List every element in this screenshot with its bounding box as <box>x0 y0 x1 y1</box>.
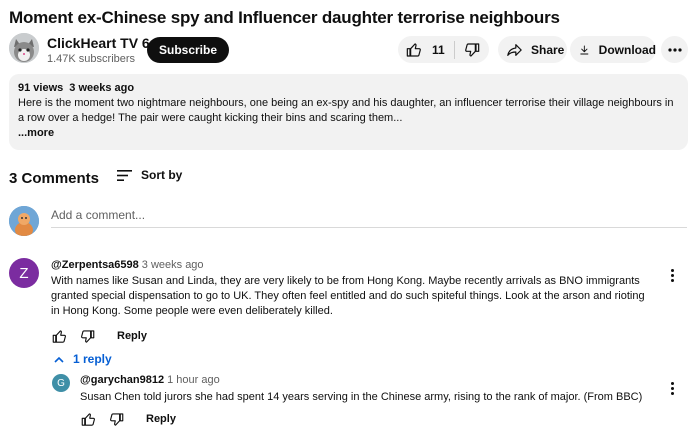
view-count: 91 views <box>18 82 64 94</box>
description-text: Here is the moment two nightmare neighbo… <box>18 97 674 124</box>
share-icon <box>507 43 522 56</box>
add-comment-input[interactable]: Add a comment... <box>51 208 687 228</box>
subscribe-button[interactable]: Subscribe <box>147 37 230 63</box>
current-user-avatar <box>9 206 39 236</box>
comment-menu-button[interactable] <box>664 266 680 284</box>
more-horiz-icon <box>667 47 682 52</box>
more-vert-dot <box>670 391 674 395</box>
more-vert-icon <box>670 381 674 385</box>
like-icon <box>406 42 421 57</box>
channel-avatar[interactable] <box>9 33 39 63</box>
reply-author-avatar[interactable]: G <box>52 374 70 392</box>
like-icon <box>52 329 66 343</box>
reply-header: @garychan9812 1 hour ago <box>80 374 220 386</box>
comment-dislike-button[interactable] <box>75 325 99 347</box>
comments-count: 3 Comments <box>9 170 100 187</box>
reply-reply-button[interactable]: Reply <box>146 413 176 425</box>
comments-header: 3 Comments Sort by <box>9 168 309 188</box>
dislike-icon <box>465 42 480 57</box>
commenter-avatar[interactable]: Z <box>9 258 39 288</box>
dislike-button[interactable] <box>455 36 489 63</box>
share-button[interactable]: Share <box>498 36 567 63</box>
like-button[interactable]: 11 <box>398 36 454 63</box>
more-vert-dot <box>670 273 674 277</box>
dislike-icon <box>109 412 123 426</box>
more-vert-icon <box>670 268 674 272</box>
description-box[interactable]: 91 views 3 weeks ago Here is the moment t… <box>9 74 688 150</box>
download-button[interactable]: Download <box>570 36 656 63</box>
channel-name[interactable]: ClickHeart TV 6 <box>47 35 150 51</box>
replies-count-label: 1 reply <box>73 352 112 366</box>
reply-text: Susan Chen told jurors she had spent 14 … <box>80 391 643 403</box>
reply-actions: Reply <box>76 408 176 430</box>
comment-time[interactable]: 3 weeks ago <box>142 259 204 271</box>
more-vert-dot <box>670 386 674 390</box>
comment-author[interactable]: @Zerpentsa6598 <box>51 259 139 271</box>
sort-label: Sort by <box>141 168 183 182</box>
video-title: Moment ex-Chinese spy and Influencer dau… <box>9 8 560 27</box>
comment-header: @Zerpentsa6598 3 weeks ago <box>51 259 204 271</box>
reply-comment: G @garychan9812 1 hour ago Susan Chen tol… <box>52 372 689 432</box>
upload-age: 3 weeks ago <box>69 82 135 94</box>
comment-thread: Z @Zerpentsa6598 3 weeks ago With names l… <box>9 258 689 348</box>
like-icon <box>81 412 95 426</box>
share-label: Share <box>531 42 565 57</box>
reply-like-button[interactable] <box>76 408 100 430</box>
subscriber-count: 1.47K subscribers <box>47 53 136 65</box>
description-more-link[interactable]: ...more <box>18 127 679 139</box>
dislike-icon <box>80 329 94 343</box>
comment-like-button[interactable] <box>47 325 71 347</box>
sort-icon <box>117 169 132 181</box>
sort-by-button[interactable]: Sort by <box>117 168 182 182</box>
reply-menu-button[interactable] <box>664 379 680 397</box>
add-comment-row: Add a comment... <box>9 206 689 236</box>
description-meta: 91 views 3 weeks ago <box>18 82 679 94</box>
replies-toggle-button[interactable]: 1 reply <box>54 352 112 366</box>
channel-row: ClickHeart TV 6 1.47K subscribers Subscr… <box>9 33 689 67</box>
download-icon <box>580 45 589 54</box>
comment-reply-button[interactable]: Reply <box>117 330 147 342</box>
more-vert-dot <box>670 278 674 282</box>
reply-dislike-button[interactable] <box>104 408 128 430</box>
download-label: Download <box>598 42 656 57</box>
more-actions-button[interactable] <box>661 36 688 63</box>
chevron-up-icon <box>54 356 64 363</box>
like-count: 11 <box>432 42 445 57</box>
reply-author[interactable]: @garychan9812 <box>80 374 164 386</box>
user-avatar-icon <box>9 206 39 236</box>
comment-text: With names like Susan and Linda, they ar… <box>51 275 645 317</box>
cat-avatar-icon <box>9 33 39 63</box>
reply-time[interactable]: 1 hour ago <box>167 374 220 386</box>
comment-actions: Reply <box>47 325 147 347</box>
like-dislike-group: 11 <box>398 36 489 63</box>
